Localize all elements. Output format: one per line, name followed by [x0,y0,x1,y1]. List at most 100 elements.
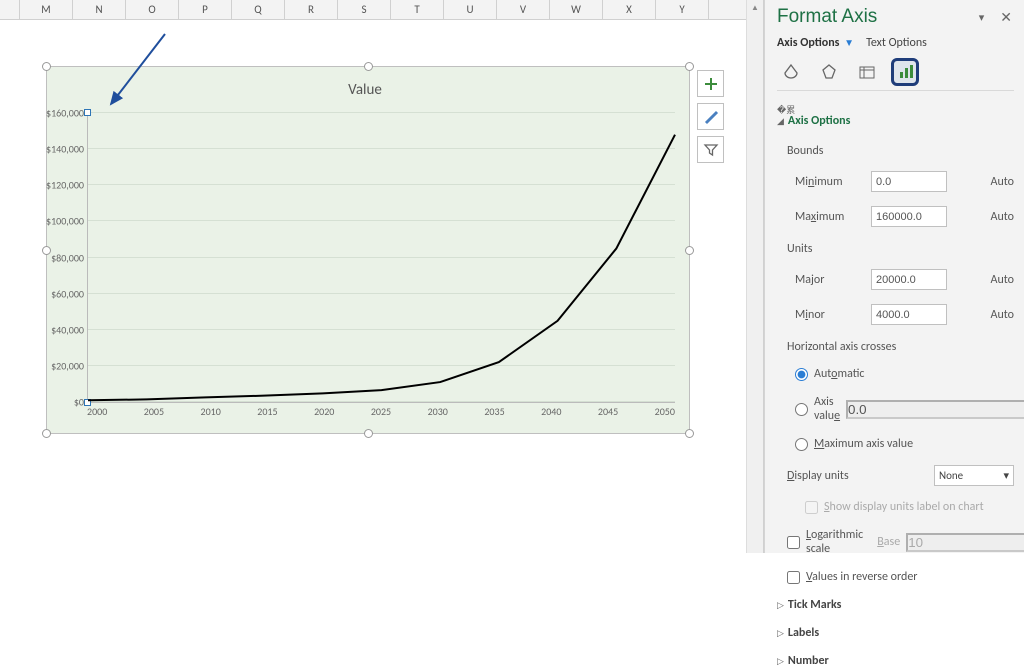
line-series[interactable] [88,113,675,402]
triangle-down-icon: ◢ [777,116,784,127]
chart-title[interactable]: Value [55,75,675,103]
section-axis-options[interactable]: ◢ Axis Options [777,110,1014,132]
bounds-maximum-row: Maximum Auto [777,203,1014,230]
fill-line-icon[interactable] [777,58,805,86]
crosses-axis-value-input [846,400,1024,419]
pane-options-dropdown-icon[interactable]: ▾ [975,11,989,24]
close-icon[interactable]: ✕ [998,9,1014,26]
chevron-down-icon: ▼ [844,36,854,49]
triangle-right-icon: ▷ [777,600,784,611]
section-number[interactable]: ▷ Number [777,651,1014,671]
column-header[interactable]: R [285,0,338,19]
field-label: Maximum [795,210,865,224]
pane-title: Format Axis [777,6,877,28]
units-minor-input[interactable] [871,304,947,325]
y-tick-label: $80,000 [51,251,88,264]
auto-button[interactable]: Auto [991,308,1014,322]
crosses-maximum-radio[interactable]: Maximum axis value [777,434,1014,454]
section-tick-marks[interactable]: ▷ Tick Marks [777,595,1014,615]
display-units-row: Display units None ▾ [777,462,1014,489]
show-display-units-label-checkbox: Show display units label on chart [777,497,1014,517]
column-header[interactable]: M [20,0,73,19]
x-tick-label: 2000 [87,405,107,423]
logarithmic-scale-checkbox[interactable]: Logarithmic scale Base [777,525,1014,559]
crosses-automatic-radio[interactable]: Automatic [777,364,1014,384]
size-properties-icon[interactable] [853,58,881,86]
tab-label: Axis Options [777,36,839,50]
column-header[interactable]: U [444,0,497,19]
plot-area[interactable]: $0 $20,000 $40,000 $60,000 $80,000 $100,… [87,113,675,403]
scroll-up-icon[interactable]: ▲ [747,0,763,17]
column-header[interactable]: V [497,0,550,19]
crosses-axis-value-radio[interactable]: Axis value [777,392,1014,426]
display-units-select[interactable]: None ▾ [934,465,1014,486]
y-tick-label: $160,000 [46,107,88,120]
tab-text-options[interactable]: Text Options [866,36,927,50]
chevron-down-icon: ▾ [1003,469,1009,482]
x-tick-label: 2010 [201,405,221,423]
bounds-label: Bounds [777,140,1014,160]
y-tick-label: $140,000 [46,143,88,156]
resize-handle[interactable] [364,62,373,71]
column-header[interactable]: T [391,0,444,19]
section-label: Number [788,654,829,668]
y-tick-label: $20,000 [51,359,88,372]
units-major-row: Major Auto [777,266,1014,293]
column-header[interactable]: S [338,0,391,19]
pane-tabs: Axis Options ▼ Text Options [777,36,1014,50]
x-axis[interactable]: 2000 2005 2010 2015 2020 2025 2030 2035 … [87,405,675,423]
chart-filters-button[interactable] [697,136,724,163]
section-label: Tick Marks [788,598,842,612]
auto-button[interactable]: Auto [991,175,1014,189]
resize-handle[interactable] [42,246,51,255]
column-header[interactable]: W [550,0,603,19]
checkbox-input[interactable] [787,571,800,584]
log-base-input [906,533,1024,552]
chart-object[interactable]: Value $0 $20,000 $40,000 $60,000 $80,000… [46,66,690,434]
section-labels[interactable]: ▷ Labels [777,623,1014,643]
column-header[interactable]: N [73,0,126,19]
field-label: Major [795,273,865,287]
resize-handle[interactable] [685,429,694,438]
x-tick-label: 2015 [257,405,277,423]
units-major-input[interactable] [871,269,947,290]
base-label: Base [877,535,900,549]
column-header[interactable]: O [126,0,179,19]
y-tick-label: $60,000 [51,287,88,300]
field-label: Display units [787,469,877,483]
bounds-maximum-input[interactable] [871,206,947,227]
chart-styles-button[interactable] [697,103,724,130]
chart-elements-button[interactable] [697,70,724,97]
radio-input[interactable] [795,438,808,451]
select-value: None [939,469,963,482]
triangle-right-icon: ▷ [777,628,784,639]
resize-handle[interactable] [42,429,51,438]
section-label: Labels [788,626,819,640]
y-tick-label: $100,000 [46,215,88,228]
resize-handle[interactable] [685,246,694,255]
units-minor-row: Minor Auto [777,301,1014,328]
radio-input[interactable] [795,368,808,381]
values-reverse-checkbox[interactable]: Values in reverse order [777,567,1014,587]
resize-handle[interactable] [364,429,373,438]
column-header[interactable]: Y [656,0,709,19]
effects-icon[interactable] [815,58,843,86]
axis-options-icon[interactable] [891,58,919,86]
tab-axis-options[interactable]: Axis Options ▼ [777,36,854,50]
y-tick-label: $40,000 [51,323,88,336]
auto-button[interactable]: Auto [991,273,1014,287]
radio-input[interactable] [795,403,808,416]
bounds-minimum-input[interactable] [871,171,947,192]
auto-button[interactable]: Auto [991,210,1014,224]
section-label: Axis Options [788,114,850,128]
checkbox-input[interactable] [787,536,800,549]
x-tick-label: 2045 [598,405,618,423]
resize-handle[interactable] [42,62,51,71]
column-header[interactable]: P [179,0,232,19]
resize-handle[interactable] [685,62,694,71]
column-header[interactable] [0,0,20,19]
column-header[interactable]: Q [232,0,285,19]
vertical-scrollbar[interactable]: ▲ [746,0,763,553]
column-header[interactable]: X [603,0,656,19]
field-label: Minimum [795,175,865,189]
